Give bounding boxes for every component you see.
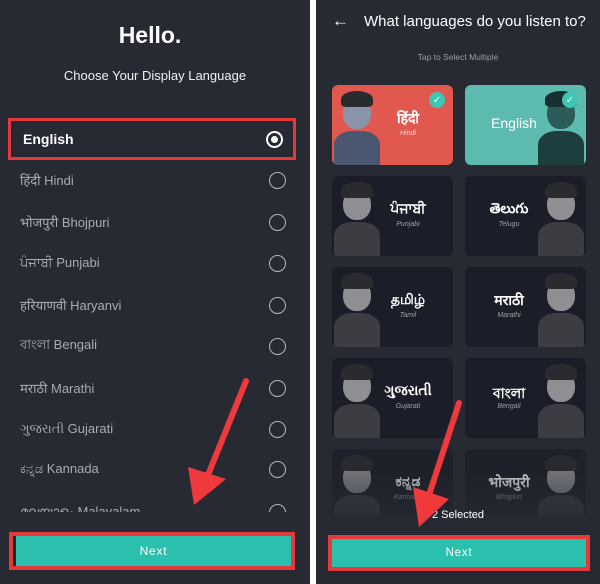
language-option-kannada[interactable]: ಕನ್ನಡ Kannada — [8, 448, 296, 490]
language-option-malayalam[interactable]: മലയാളം Malayalam — [8, 491, 296, 512]
radio-icon[interactable] — [269, 420, 286, 438]
language-label: हरियाणवी Haryanvi — [20, 298, 122, 313]
card-native-label: தமிழ் — [390, 291, 426, 307]
next-button[interactable]: Next — [13, 536, 291, 566]
next-button[interactable]: Next — [332, 539, 586, 567]
language-card-telugu[interactable]: తెలుగు Telugu — [465, 176, 586, 256]
language-label: भोजपुरी Bhojpuri — [20, 215, 110, 230]
language-option-marathi[interactable]: मराठी Marathi — [8, 367, 296, 409]
card-native-label: ગુજરાતી — [384, 382, 432, 398]
language-card-tamil[interactable]: தமிழ் Tamil — [332, 267, 453, 347]
next-button-highlight: Next — [328, 535, 590, 571]
radio-icon[interactable] — [269, 254, 286, 272]
language-label: ਪੰਜਾਬੀ Punjabi — [20, 255, 100, 270]
language-label: বাংলা Bengali — [20, 336, 98, 352]
language-option-bengali[interactable]: বাংলা Bengali — [8, 325, 296, 367]
language-option-hindi[interactable]: हिंदी Hindi — [8, 159, 296, 201]
next-button-highlight: Next — [9, 532, 295, 570]
radio-icon[interactable] — [269, 379, 286, 397]
language-label: English — [23, 131, 74, 147]
language-card-gujarati[interactable]: ગુજરાતી Gujarati — [332, 358, 453, 438]
language-option-bhojpuri[interactable]: भोजपुरी Bhojpuri — [8, 201, 296, 243]
card-native-label: हिंदी — [396, 110, 420, 126]
language-list[interactable]: English हिंदी Hindi भोजपुरी Bhojpuri ਪੰਜ… — [0, 118, 310, 512]
language-card-marathi[interactable]: मराठी Marathi — [465, 267, 586, 347]
radio-icon[interactable] — [269, 296, 286, 314]
language-option-english[interactable]: English — [8, 118, 296, 160]
greeting-title: Hello. — [118, 22, 182, 48]
radio-selected-icon[interactable] — [266, 130, 283, 148]
card-english-label: Telugu — [498, 221, 520, 228]
checkmark-icon: ✓ — [429, 92, 445, 108]
checkmark-icon: ✓ — [562, 92, 578, 108]
card-native-label: ਪੰਜਾਬੀ — [390, 200, 426, 216]
arrow-left-icon[interactable]: ← — [332, 11, 352, 31]
screen-title: What languages do you listen to? — [364, 12, 586, 30]
language-label: हिंदी Hindi — [20, 173, 74, 188]
bottom-fade-overlay — [316, 470, 600, 530]
hint-text: Tap to Select Multiple — [417, 52, 499, 62]
top-bar: ← What languages do you listen to? — [316, 10, 600, 32]
card-native-label: मराठी — [494, 292, 524, 308]
language-card-punjabi[interactable]: ਪੰਜਾਬੀ Punjabi — [332, 176, 453, 256]
radio-icon[interactable] — [269, 213, 286, 231]
radio-icon[interactable] — [269, 337, 286, 355]
language-label: ગુજરાતી Gujarati — [20, 421, 114, 436]
language-label: മലയാളം Malayalam — [20, 504, 141, 512]
card-english-label: Tamil — [399, 312, 417, 319]
language-label: मराठी Marathi — [20, 381, 95, 396]
radio-icon[interactable] — [269, 503, 286, 512]
display-language-screen: Hello. Choose Your Display Language Engl… — [0, 0, 310, 584]
card-english-label: Hindi — [400, 130, 416, 137]
language-label: ಕನ್ನಡ Kannada — [20, 461, 99, 476]
selected-count: 2 Selected — [432, 509, 484, 521]
card-native-label: తెలుగు — [489, 200, 529, 216]
language-card-english[interactable]: English ✓ — [465, 85, 586, 165]
language-option-haryanvi[interactable]: हरियाणवी Haryanvi — [8, 284, 296, 326]
card-english-label: Bengali — [497, 403, 521, 410]
radio-icon[interactable] — [269, 171, 286, 189]
language-card-bengali[interactable]: বাংলা Bengali — [465, 358, 586, 438]
card-native-label: English — [491, 115, 537, 131]
card-english-label: Gujarati — [395, 403, 421, 410]
radio-icon[interactable] — [269, 460, 286, 478]
card-english-label: Punjabi — [396, 221, 420, 228]
language-card-hindi[interactable]: हिंदी Hindi ✓ — [332, 85, 453, 165]
screen-subtitle: Choose Your Display Language — [63, 68, 247, 83]
language-option-gujarati[interactable]: ગુજરાતી Gujarati — [8, 408, 296, 450]
language-card-grid[interactable]: हिंदी Hindi ✓ English ✓ ਪੰਜਾਬੀ Punjabi త… — [332, 85, 594, 515]
language-option-punjabi[interactable]: ਪੰਜਾਬੀ Punjabi — [8, 242, 296, 284]
card-english-label: Marathi — [497, 312, 521, 319]
listening-language-screen: ← What languages do you listen to? Tap t… — [316, 0, 600, 584]
